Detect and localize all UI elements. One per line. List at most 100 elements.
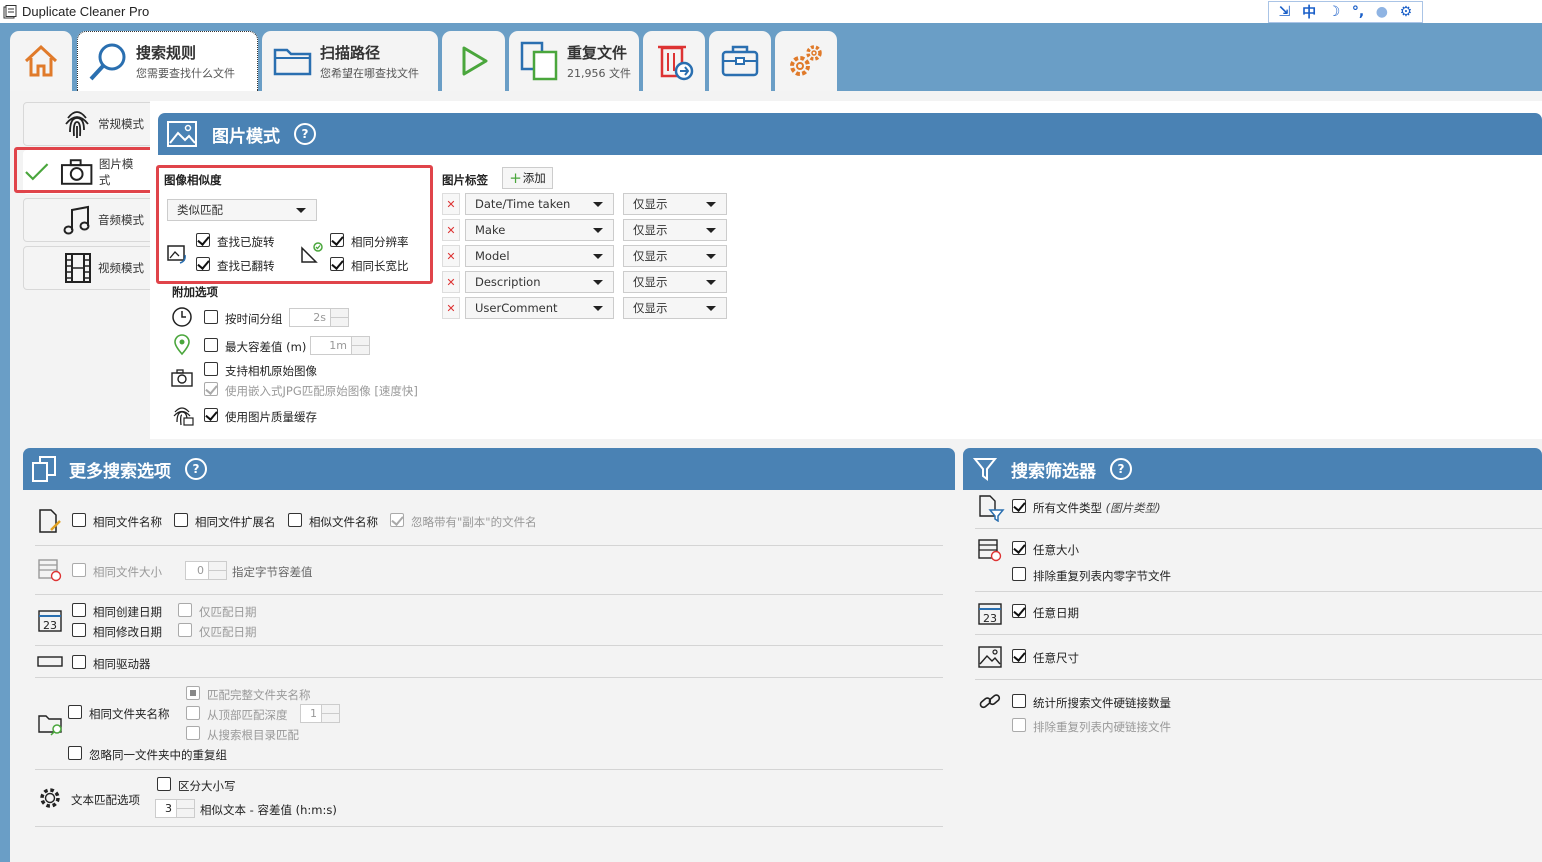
ime-toolbar[interactable]: ⇲ 中 ☽ °, ● ⚙ (1268, 1, 1423, 23)
case-sensitive-label: 区分大小写 (178, 779, 236, 793)
remove-tag-button[interactable]: ✕ (442, 245, 460, 267)
tab-settings[interactable] (775, 31, 837, 91)
divider (35, 826, 943, 827)
same-size-checkbox[interactable] (72, 563, 86, 577)
tag-mode-select[interactable]: 仅显示 (623, 245, 727, 267)
ime-lang[interactable]: 中 (1302, 2, 1316, 22)
drive-icon (37, 656, 63, 667)
remove-tag-button[interactable]: ✕ (442, 271, 460, 293)
tab-start-scan[interactable] (442, 31, 505, 91)
divider (975, 679, 1542, 680)
same-ext-checkbox[interactable] (174, 513, 188, 527)
tag-select[interactable]: Date/Time taken (465, 193, 614, 215)
punct-icon[interactable]: °, (1352, 4, 1364, 20)
same-folder-label: 相同文件夹名称 (89, 707, 170, 721)
raw-support-checkbox[interactable] (204, 362, 218, 376)
picture-icon (978, 646, 1002, 668)
any-date-checkbox[interactable] (1012, 604, 1026, 618)
ignore-copy-checkbox[interactable] (390, 513, 404, 527)
ime-switch-icon[interactable]: ⇲ (1279, 4, 1291, 20)
search-icon (89, 43, 126, 80)
all-file-types-checkbox[interactable] (1012, 499, 1026, 513)
tag-mode-select[interactable]: 仅显示 (623, 219, 727, 241)
divider (35, 769, 943, 770)
match-full-folder-checkbox[interactable] (186, 686, 200, 700)
any-size-checkbox[interactable] (1012, 541, 1026, 555)
tag-mode-select[interactable]: 仅显示 (623, 297, 727, 319)
filter-icon (973, 458, 997, 481)
mode-audio[interactable]: 音频模式 (23, 198, 153, 242)
calendar-icon: 23 (978, 603, 1002, 625)
tab-toolbox[interactable] (709, 31, 771, 91)
fingerprint-cache-icon (173, 407, 194, 426)
tab-home[interactable] (10, 31, 72, 91)
tab-search-rules[interactable]: 搜索规则 您需要查找什么文件 (77, 31, 258, 91)
tag-select[interactable]: UserComment (465, 297, 614, 319)
similar-filename-checkbox[interactable] (288, 513, 302, 527)
same-filename-checkbox[interactable] (72, 513, 86, 527)
tag-select[interactable]: Model (465, 245, 614, 267)
from-root-checkbox[interactable] (186, 726, 200, 740)
mode-video[interactable]: 视频模式 (23, 246, 153, 290)
folder-depth-spinner[interactable]: 1 (300, 704, 340, 723)
tag-mode-select[interactable]: 仅显示 (623, 193, 727, 215)
similar-filename-label: 相似文件名称 (309, 515, 378, 529)
match-full-folder-label: 匹配完整文件夹名称 (207, 688, 311, 702)
same-drive-checkbox[interactable] (72, 655, 86, 669)
ignore-same-folder-checkbox[interactable] (68, 746, 82, 760)
group-time-checkbox[interactable] (204, 310, 218, 324)
from-top-checkbox[interactable] (186, 706, 200, 720)
same-modified-label: 相同修改日期 (93, 625, 162, 639)
tab-scan-paths[interactable]: 扫描路径 您希望在哪查找文件 (262, 31, 438, 91)
fingerprint-icon (65, 111, 89, 138)
tag-mode-select[interactable]: 仅显示 (623, 271, 727, 293)
divider (35, 545, 943, 546)
tag-select[interactable]: Make (465, 219, 614, 241)
exclude-hardlinks-checkbox[interactable] (1012, 718, 1026, 732)
mode-normal[interactable]: 常规模式 (23, 102, 153, 146)
tag-select[interactable]: Description (465, 271, 614, 293)
remove-tag-button[interactable]: ✕ (442, 297, 460, 319)
max-tolerance-checkbox[interactable] (204, 338, 218, 352)
picture-icon (167, 121, 197, 147)
user-icon[interactable]: ● (1376, 4, 1388, 20)
similarity-highlight (156, 165, 433, 284)
same-created-label: 相同创建日期 (93, 605, 162, 619)
created-date-only-checkbox[interactable] (178, 603, 192, 617)
similar-text-spinner[interactable]: 3 (155, 799, 195, 818)
svg-text:23: 23 (983, 612, 997, 625)
remove-tag-button[interactable]: ✕ (442, 193, 460, 215)
add-tag-button[interactable]: + 添加 (502, 167, 553, 189)
calendar-icon: 23 (38, 610, 62, 632)
help-icon[interactable]: ? (1110, 458, 1132, 480)
quality-cache-checkbox[interactable] (204, 408, 218, 422)
more-options-header: 更多搜索选项 ? (23, 448, 955, 490)
help-icon[interactable]: ? (185, 458, 207, 480)
group-time-spinner[interactable]: 2s (289, 308, 349, 327)
text-match-label: 文本匹配选项 (71, 793, 140, 807)
remove-tag-button[interactable]: ✕ (442, 219, 460, 241)
divider (975, 634, 1542, 635)
left-edge (0, 91, 10, 862)
duplicate-files-icon (520, 41, 558, 81)
same-folder-checkbox[interactable] (68, 705, 82, 719)
modified-date-only-checkbox[interactable] (178, 623, 192, 637)
any-dimension-checkbox[interactable] (1012, 649, 1026, 663)
same-created-checkbox[interactable] (72, 603, 86, 617)
quality-cache-label: 使用图片质量缓存 (225, 410, 317, 424)
exclude-zero-checkbox[interactable] (1012, 567, 1026, 581)
count-hardlinks-checkbox[interactable] (1012, 694, 1026, 708)
embedded-jpg-checkbox[interactable] (204, 382, 218, 396)
byte-tolerance-spinner[interactable]: 0 (185, 561, 227, 580)
filters-header: 搜索筛选器 ? (963, 448, 1542, 490)
tab-delete[interactable] (643, 31, 705, 91)
same-size-label: 相同文件大小 (93, 565, 162, 579)
help-icon[interactable]: ? (294, 123, 316, 145)
max-tolerance-spinner[interactable]: 1m (310, 336, 370, 355)
trash-move-icon (658, 45, 694, 81)
same-modified-checkbox[interactable] (72, 623, 86, 637)
moon-icon[interactable]: ☽ (1328, 4, 1341, 20)
gear-icon[interactable]: ⚙ (1400, 4, 1413, 20)
case-sensitive-checkbox[interactable] (157, 777, 171, 791)
tab-duplicates[interactable]: 重复文件 21,956 文件 (509, 31, 639, 91)
